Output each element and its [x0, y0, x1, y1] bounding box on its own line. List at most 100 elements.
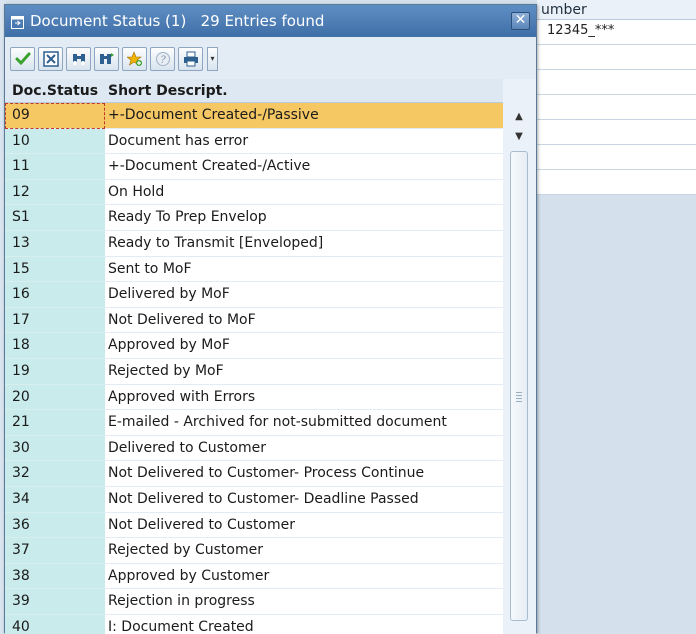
status-cell[interactable]: 16: [5, 282, 105, 308]
confirm-button[interactable]: [10, 47, 35, 71]
background-column-header: umber: [537, 0, 696, 20]
binoculars-icon: [72, 54, 85, 65]
find-next-button[interactable]: [94, 47, 119, 71]
status-cell[interactable]: 40: [5, 615, 105, 634]
vertical-scrollbar[interactable]: ▲ ▼: [506, 103, 532, 634]
print-button[interactable]: [178, 47, 203, 71]
table-row[interactable]: S1 Ready To Prep Envelop: [5, 205, 503, 231]
find-button[interactable]: [66, 47, 91, 71]
description-cell[interactable]: Rejected by MoF: [105, 359, 503, 385]
background-row[interactable]: [537, 170, 696, 195]
table-row[interactable]: 12 On Hold: [5, 179, 503, 206]
background-row[interactable]: 12345_***: [537, 20, 696, 45]
cancel-button[interactable]: [38, 47, 63, 71]
description-cell[interactable]: Sent to MoF: [105, 256, 503, 283]
cancel-icon: [42, 51, 59, 67]
description-cell[interactable]: Ready To Prep Envelop: [105, 205, 503, 231]
scroll-down-icon[interactable]: ▼: [510, 127, 528, 147]
status-cell[interactable]: 18: [5, 333, 105, 359]
status-cell[interactable]: 38: [5, 563, 105, 590]
info-button[interactable]: ?: [150, 47, 175, 71]
status-cell[interactable]: 12: [5, 179, 105, 206]
table-row[interactable]: 21 E-mailed - Archived for not-submitted…: [5, 410, 503, 436]
table-row[interactable]: 17 Not Delivered to MoF: [5, 307, 503, 334]
description-cell[interactable]: +-Document Created-/Active: [105, 154, 503, 180]
description-cell[interactable]: Approved with Errors: [105, 384, 503, 411]
status-cell[interactable]: 37: [5, 538, 105, 564]
description-cell[interactable]: E-mailed - Archived for not-submitted do…: [105, 410, 503, 436]
description-cell[interactable]: Approved by MoF: [105, 333, 503, 359]
svg-text:?: ?: [160, 55, 166, 66]
status-cell[interactable]: 11: [5, 154, 105, 180]
dialog-titlebar[interactable]: Document Status (1) 29 Entries found ✕: [5, 5, 536, 37]
background-row[interactable]: [537, 145, 696, 170]
table-row[interactable]: 37 Rejected by Customer: [5, 538, 503, 564]
background-row[interactable]: [537, 70, 696, 95]
table-row[interactable]: 32 Not Delivered to Customer- Process Co…: [5, 461, 503, 487]
add-favorite-button[interactable]: [122, 47, 147, 71]
description-cell[interactable]: Rejected by Customer: [105, 538, 503, 564]
binoculars-next-icon: [99, 53, 114, 64]
table-row[interactable]: 10 Document has error: [5, 128, 503, 155]
description-cell[interactable]: Ready to Transmit [Enveloped]: [105, 231, 503, 257]
grip-icon: [516, 392, 522, 402]
table-row[interactable]: 19 Rejected by MoF: [5, 359, 503, 385]
status-cell[interactable]: 17: [5, 307, 105, 334]
status-cell[interactable]: 32: [5, 461, 105, 487]
description-cell[interactable]: Not Delivered to Customer- Deadline Pass…: [105, 487, 503, 513]
background-row[interactable]: [537, 120, 696, 145]
table-row[interactable]: 13 Ready to Transmit [Enveloped]: [5, 231, 503, 257]
table-rows: 09 +-Document Created-/Passive 10 Docume…: [5, 103, 503, 634]
document-status-dialog: Document Status (1) 29 Entries found ✕ ?…: [4, 4, 537, 634]
description-cell[interactable]: Delivered by MoF: [105, 282, 503, 308]
scrollbar-thumb[interactable]: [510, 151, 528, 621]
column-header-short-description[interactable]: Short Descript.: [105, 79, 503, 103]
column-header-doc-status[interactable]: Doc.Status: [5, 79, 105, 103]
description-cell[interactable]: +-Document Created-/Passive: [105, 103, 503, 129]
description-cell[interactable]: Not Delivered to Customer- Process Conti…: [105, 461, 503, 487]
status-cell[interactable]: 36: [5, 512, 105, 539]
window-icon: [11, 14, 24, 29]
description-cell[interactable]: Delivered to Customer: [105, 435, 503, 462]
table-row[interactable]: 09 +-Document Created-/Passive: [5, 103, 503, 129]
table-row[interactable]: 15 Sent to MoF: [5, 256, 503, 283]
favorite-add-icon: [126, 51, 142, 66]
status-cell[interactable]: S1: [5, 205, 105, 231]
table-row[interactable]: 30 Delivered to Customer: [5, 435, 503, 462]
status-cell[interactable]: 19: [5, 359, 105, 385]
status-cell[interactable]: 20: [5, 384, 105, 411]
close-button[interactable]: ✕: [511, 12, 530, 30]
status-cell[interactable]: 30: [5, 435, 105, 462]
check-icon: [15, 52, 30, 66]
status-cell[interactable]: 09: [5, 103, 105, 129]
table-row[interactable]: 40 I: Document Created: [5, 615, 503, 634]
table-row[interactable]: 18 Approved by MoF: [5, 333, 503, 359]
description-cell[interactable]: Document has error: [105, 128, 503, 155]
description-cell[interactable]: On Hold: [105, 179, 503, 206]
table-row[interactable]: 20 Approved with Errors: [5, 384, 503, 411]
status-cell[interactable]: 21: [5, 410, 105, 436]
table-row[interactable]: 34 Not Delivered to Customer- Deadline P…: [5, 487, 503, 513]
status-cell[interactable]: 34: [5, 487, 105, 513]
info-icon: ?: [155, 52, 170, 66]
description-cell[interactable]: I: Document Created: [105, 615, 503, 634]
table-row[interactable]: 36 Not Delivered to Customer: [5, 512, 503, 539]
description-cell[interactable]: Approved by Customer: [105, 563, 503, 590]
table-row[interactable]: 39 Rejection in progress: [5, 589, 503, 615]
background-row[interactable]: [537, 95, 696, 120]
description-cell[interactable]: Not Delivered to MoF: [105, 307, 503, 334]
results-table: Doc.Status Short Descript. 09 +-Document…: [5, 79, 536, 634]
print-icon: [183, 51, 198, 67]
status-cell[interactable]: 15: [5, 256, 105, 283]
description-cell[interactable]: Not Delivered to Customer: [105, 512, 503, 539]
status-cell[interactable]: 39: [5, 589, 105, 615]
table-row[interactable]: 11 +-Document Created-/Active: [5, 154, 503, 180]
status-cell[interactable]: 10: [5, 128, 105, 155]
background-row[interactable]: [537, 45, 696, 70]
toolbar-dropdown[interactable]: ▾: [207, 47, 218, 71]
status-cell[interactable]: 13: [5, 231, 105, 257]
description-cell[interactable]: Rejection in progress: [105, 589, 503, 615]
table-row[interactable]: 16 Delivered by MoF: [5, 282, 503, 308]
scroll-up-icon[interactable]: ▲: [510, 107, 528, 127]
table-row[interactable]: 38 Approved by Customer: [5, 563, 503, 590]
